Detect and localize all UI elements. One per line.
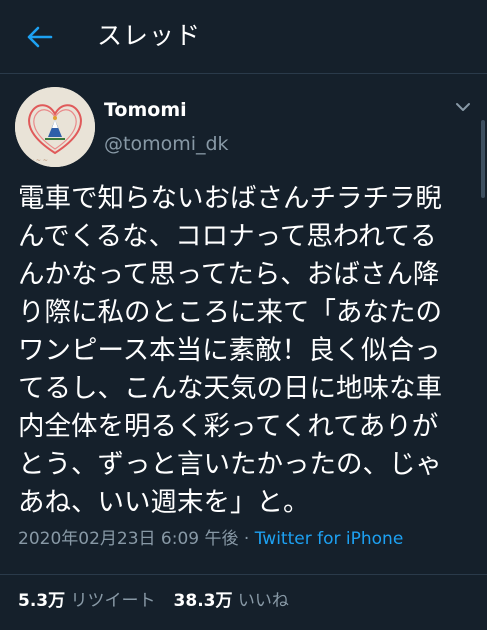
retweets-label: リツイート [70,591,156,611]
avatar-drawing: ~ ~ ~ [15,87,95,167]
chevron-down-icon [456,103,470,111]
back-button[interactable] [22,20,56,54]
likes-label: いいね [237,591,289,611]
tweet-line: あね、いい週末を」と。 [18,487,310,518]
avatar[interactable]: ~ ~ ~ [15,87,95,167]
tweet-timestamp[interactable]: 2020年02月23日 6:09 午後 · [18,529,255,549]
author-handle[interactable]: @tomomi_dk [104,132,229,156]
tweet-meta: 2020年02月23日 6:09 午後 · Twitter for iPhone [18,527,403,551]
page-title: スレッド [97,21,202,50]
tweet-line: 電車で知らないおばさんチラチラ睨 [18,183,442,214]
retweets-stat[interactable]: 5.3万 リツイート [18,591,156,611]
likes-count: 38.3万 [173,591,233,611]
tweet-menu-button[interactable] [452,98,474,116]
tweet-line: んでくるな、コロナって思われてる [18,221,437,252]
tweet-line: んかなって思ってたら、おばさん降 [18,259,440,290]
tweet-line: ワンピース本当に素敵！良く似合っ [18,335,441,366]
svg-text:~ ~ ~: ~ ~ ~ [29,157,48,164]
top-bar: スレッド [0,0,487,74]
divider [0,574,487,575]
likes-stat[interactable]: 38.3万 いいね [174,591,289,611]
tweet-source-link[interactable]: Twitter for iPhone [255,529,404,549]
tweet-line: とう、ずっと言いたかったの、じゃ [18,449,442,480]
scrollbar[interactable] [481,120,485,198]
tweet-stats: 5.3万 リツイート 38.3万 いいね [18,589,289,613]
author-name[interactable]: Tomomi [104,98,187,122]
tweet-text: 電車で知らないおばさんチラチラ睨 んでくるな、コロナって思われてる んかなって思… [18,180,476,522]
retweets-count: 5.3万 [18,591,66,611]
arrow-left-icon [27,26,53,48]
tweet-line: り際に私のところに来て「あなたの [18,297,442,328]
tweet-thread-screen: スレッド ~ ~ ~ Tomomi @tomomi_dk 電車で知らないおばさん… [0,0,487,630]
tweet-line: 内全体を明るく彩ってくれてありが [18,411,439,442]
tweet-line: てるし、こんな天気の日に地味な車 [18,373,442,404]
